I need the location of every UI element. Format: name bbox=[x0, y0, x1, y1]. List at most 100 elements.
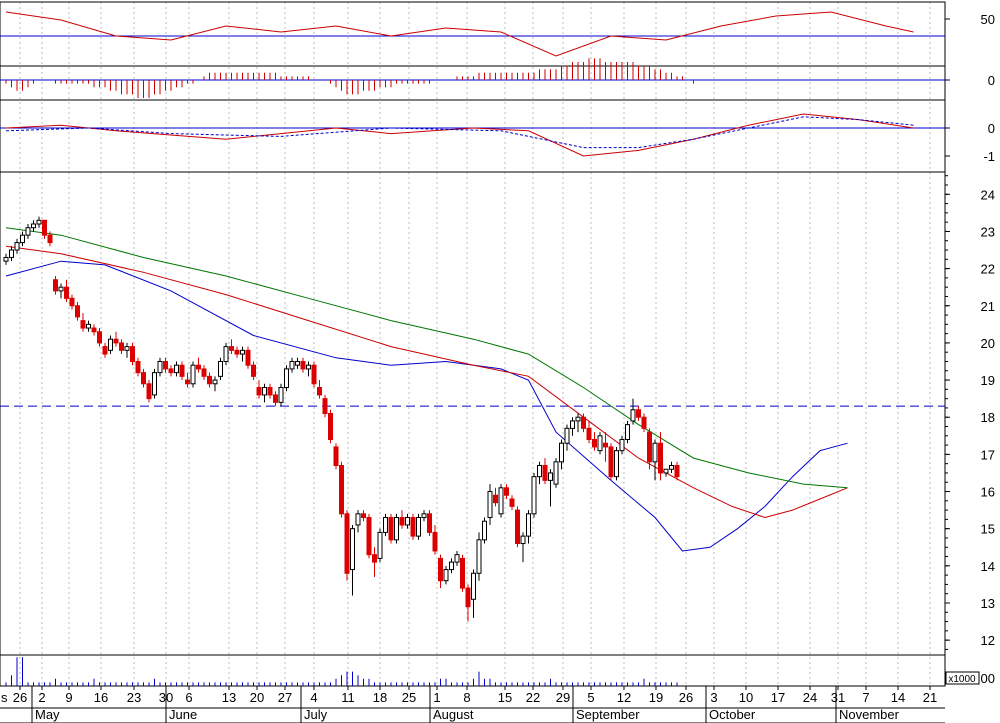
candle bbox=[245, 346, 251, 369]
day-label: 18 bbox=[373, 690, 387, 705]
candle-body bbox=[91, 327, 97, 333]
candle-body bbox=[31, 223, 36, 229]
candle-body bbox=[234, 349, 240, 355]
candle bbox=[476, 532, 482, 581]
candle-body bbox=[339, 465, 344, 515]
candle-body bbox=[9, 249, 14, 258]
candle-body bbox=[344, 513, 350, 574]
candle-body bbox=[113, 338, 119, 344]
candle bbox=[625, 420, 630, 444]
rsi-tick-label: 50 bbox=[981, 12, 995, 27]
day-label: 1 bbox=[433, 690, 440, 705]
candle bbox=[284, 365, 289, 392]
candle bbox=[614, 446, 619, 481]
candle bbox=[383, 513, 388, 537]
candle-body bbox=[570, 420, 575, 429]
candle-body bbox=[240, 349, 245, 355]
candle-body bbox=[366, 517, 372, 556]
candle-body bbox=[251, 364, 256, 377]
candle-body bbox=[641, 416, 647, 429]
candle-body bbox=[394, 517, 399, 541]
candle bbox=[339, 461, 344, 518]
candle-body bbox=[289, 360, 295, 370]
price-tick-label: 12 bbox=[981, 633, 995, 648]
candle bbox=[377, 528, 383, 563]
candle-body bbox=[300, 360, 306, 370]
day-label: 7 bbox=[862, 690, 869, 705]
candle-body bbox=[174, 364, 179, 374]
candle-body bbox=[493, 494, 498, 504]
candle bbox=[344, 510, 350, 581]
month-label: November bbox=[839, 707, 900, 722]
price-tick-label: 22 bbox=[981, 262, 995, 277]
day-label: 19 bbox=[649, 690, 663, 705]
candle-body bbox=[168, 368, 174, 374]
candle-body bbox=[443, 569, 449, 582]
candle-body bbox=[42, 219, 47, 236]
chart-background bbox=[0, 0, 1000, 723]
price-tick-label: 14 bbox=[981, 559, 995, 574]
candle-body bbox=[355, 513, 361, 526]
candle-body bbox=[575, 416, 581, 422]
candle-body bbox=[449, 561, 454, 571]
candle-body bbox=[58, 286, 64, 292]
candle-body bbox=[388, 517, 394, 541]
candle-body bbox=[652, 442, 658, 463]
price-tick-label: 21 bbox=[981, 299, 995, 314]
candle-body bbox=[3, 256, 9, 262]
candle-body bbox=[207, 375, 212, 385]
candle bbox=[498, 484, 504, 518]
price-tick-label: 20 bbox=[981, 336, 995, 351]
day-label: 16 bbox=[94, 690, 108, 705]
macd-tick-label: 0 bbox=[988, 121, 995, 136]
candle-body bbox=[531, 476, 537, 515]
price-tick-label: 24 bbox=[981, 187, 995, 202]
candle bbox=[190, 361, 196, 388]
price-tick-label: 19 bbox=[981, 373, 995, 388]
candle-body bbox=[509, 498, 515, 507]
candle-body bbox=[553, 461, 559, 485]
candle-body bbox=[53, 279, 58, 292]
price-tick-label: 13 bbox=[981, 596, 995, 611]
candle-body bbox=[377, 531, 383, 559]
candle-body bbox=[311, 364, 317, 385]
candle-body bbox=[592, 439, 597, 448]
candle bbox=[608, 443, 614, 481]
month-label: October bbox=[709, 707, 756, 722]
day-label: 20 bbox=[250, 690, 264, 705]
day-label: 3 bbox=[710, 690, 717, 705]
day-label: 14 bbox=[891, 690, 905, 705]
candle-body bbox=[218, 360, 223, 377]
candle-body bbox=[295, 360, 300, 366]
candle-body bbox=[135, 360, 141, 374]
candle-body bbox=[416, 517, 421, 537]
candle-body bbox=[190, 364, 196, 385]
candle bbox=[328, 409, 333, 444]
candle-body bbox=[487, 491, 493, 519]
day-label: 2 bbox=[38, 690, 45, 705]
candle-body bbox=[504, 487, 509, 496]
candle-body bbox=[476, 539, 482, 574]
candle-body bbox=[515, 509, 520, 545]
day-label: 6 bbox=[185, 690, 192, 705]
candle bbox=[460, 554, 465, 592]
candle-body bbox=[223, 346, 229, 362]
day-label: 23 bbox=[127, 690, 141, 705]
day-label: 29 bbox=[556, 690, 570, 705]
candle-body bbox=[564, 427, 570, 444]
histogram-tick-label: 0 bbox=[988, 73, 995, 88]
candle-body bbox=[36, 219, 42, 225]
price-tick-label: 18 bbox=[981, 410, 995, 425]
day-label: 5 bbox=[587, 690, 594, 705]
candle-body bbox=[658, 442, 663, 474]
day-label: 26 bbox=[679, 690, 693, 705]
day-label: 8 bbox=[463, 690, 470, 705]
candle bbox=[218, 357, 223, 381]
candle-body bbox=[124, 346, 130, 351]
candle-body bbox=[229, 346, 234, 351]
candle-body bbox=[663, 468, 669, 474]
candle-body bbox=[438, 557, 443, 582]
candle-body bbox=[80, 320, 86, 329]
candle-body bbox=[306, 364, 311, 370]
candle bbox=[322, 394, 328, 418]
